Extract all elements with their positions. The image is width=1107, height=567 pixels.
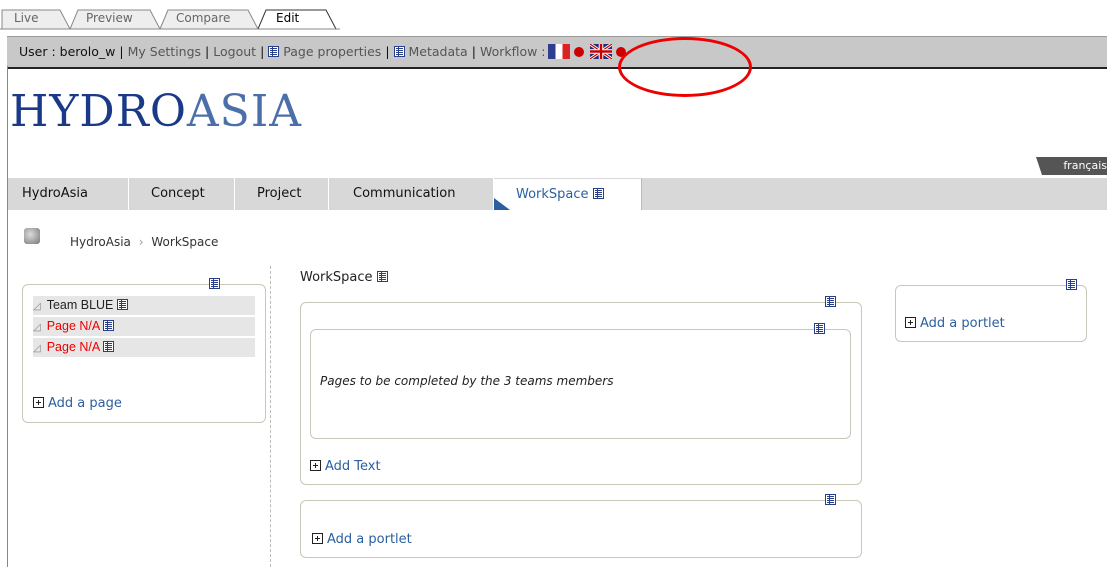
- list-item-page[interactable]: ◿ Page N/A: [33, 317, 255, 336]
- nav-item-communication[interactable]: Communication: [329, 178, 494, 210]
- mode-tabs: Live Preview Compare Edit: [0, 0, 1107, 36]
- site-logo[interactable]: HYDROASIA: [10, 86, 302, 137]
- text-content-box: Pages to be completed by the 3 teams mem…: [310, 323, 851, 439]
- nav-active-corner: [494, 198, 510, 210]
- page-properties-icon: [268, 46, 280, 57]
- page-edit-icon[interactable]: [116, 299, 128, 310]
- page-edit-icon[interactable]: [103, 320, 115, 331]
- page-properties-link[interactable]: Page properties: [283, 44, 381, 59]
- workspace-title: WorkSpace: [300, 270, 388, 285]
- list-item-page[interactable]: ◿ Page N/A: [33, 338, 255, 357]
- text-content: Pages to be completed by the 3 teams mem…: [320, 374, 614, 388]
- workflow-highlight-ellipse: [618, 37, 752, 97]
- user-bar: User : berolo_w | My Settings | Logout | Page…: [7, 36, 1107, 69]
- add-page-button[interactable]: Add a page: [33, 396, 122, 411]
- main-nav: HydroAsia Concept Project Communication …: [8, 178, 1107, 210]
- breadcrumb-current: WorkSpace: [151, 235, 219, 249]
- workspace-edit-icon[interactable]: [376, 271, 388, 282]
- breadcrumb: HydroAsia › WorkSpace: [70, 235, 218, 249]
- box-edit-icon[interactable]: [814, 323, 825, 334]
- user-label: User : berolo_w: [19, 44, 116, 59]
- plus-icon: [310, 460, 321, 471]
- metadata-link[interactable]: Metadata: [409, 44, 468, 59]
- nav-item-hydroasia[interactable]: HydroAsia: [8, 178, 129, 210]
- workspace-portlet-box: Add a portlet: [300, 494, 862, 558]
- logout-link[interactable]: Logout: [213, 44, 256, 59]
- tab-preview[interactable]: Preview: [72, 7, 158, 29]
- plus-icon: [33, 397, 44, 408]
- tab-edit[interactable]: Edit: [262, 7, 332, 29]
- column-divider: [270, 266, 271, 567]
- list-item-page[interactable]: ◿ Team BLUE: [33, 296, 255, 315]
- left-border: [7, 66, 8, 567]
- box-edit-icon[interactable]: [1066, 279, 1077, 290]
- status-dot-fr-icon: [573, 47, 584, 57]
- nav-item-concept[interactable]: Concept: [129, 178, 235, 210]
- uk-flag-icon[interactable]: [589, 44, 612, 59]
- add-portlet-button[interactable]: Add a portlet: [312, 532, 412, 547]
- metadata-icon: [393, 46, 405, 57]
- nav-item-project[interactable]: Project: [235, 178, 329, 210]
- plus-icon: [905, 317, 916, 328]
- breadcrumb-separator-icon: ›: [138, 235, 144, 249]
- tab-live[interactable]: Live: [0, 7, 70, 29]
- home-icon: [24, 228, 40, 244]
- box-edit-icon[interactable]: [825, 494, 836, 505]
- add-text-button[interactable]: Add Text: [310, 459, 381, 474]
- add-portlet-right-button[interactable]: Add a portlet: [905, 316, 1005, 331]
- my-settings-link[interactable]: My Settings: [128, 44, 201, 59]
- box-edit-icon[interactable]: [209, 278, 220, 289]
- plus-icon: [312, 533, 323, 544]
- workflow-label[interactable]: Workflow :: [480, 44, 546, 59]
- tab-compare[interactable]: Compare: [162, 7, 254, 29]
- box-edit-icon[interactable]: [825, 296, 836, 307]
- left-page-list-box: ◿ Team BLUE ◿ Page N/A ◿ Page N/A Add a pag…: [22, 278, 266, 423]
- language-tab-francais[interactable]: français: [1042, 157, 1107, 175]
- french-flag-icon[interactable]: [547, 44, 570, 59]
- breadcrumb-root[interactable]: HydroAsia: [70, 235, 131, 249]
- right-portlet-box: Add a portlet: [895, 279, 1087, 342]
- nav-item-workspace[interactable]: WorkSpace: [494, 178, 642, 210]
- workspace-page-icon[interactable]: [592, 188, 604, 199]
- page-edit-icon[interactable]: [103, 341, 115, 352]
- workspace-outer-box: Pages to be completed by the 3 teams mem…: [300, 296, 862, 485]
